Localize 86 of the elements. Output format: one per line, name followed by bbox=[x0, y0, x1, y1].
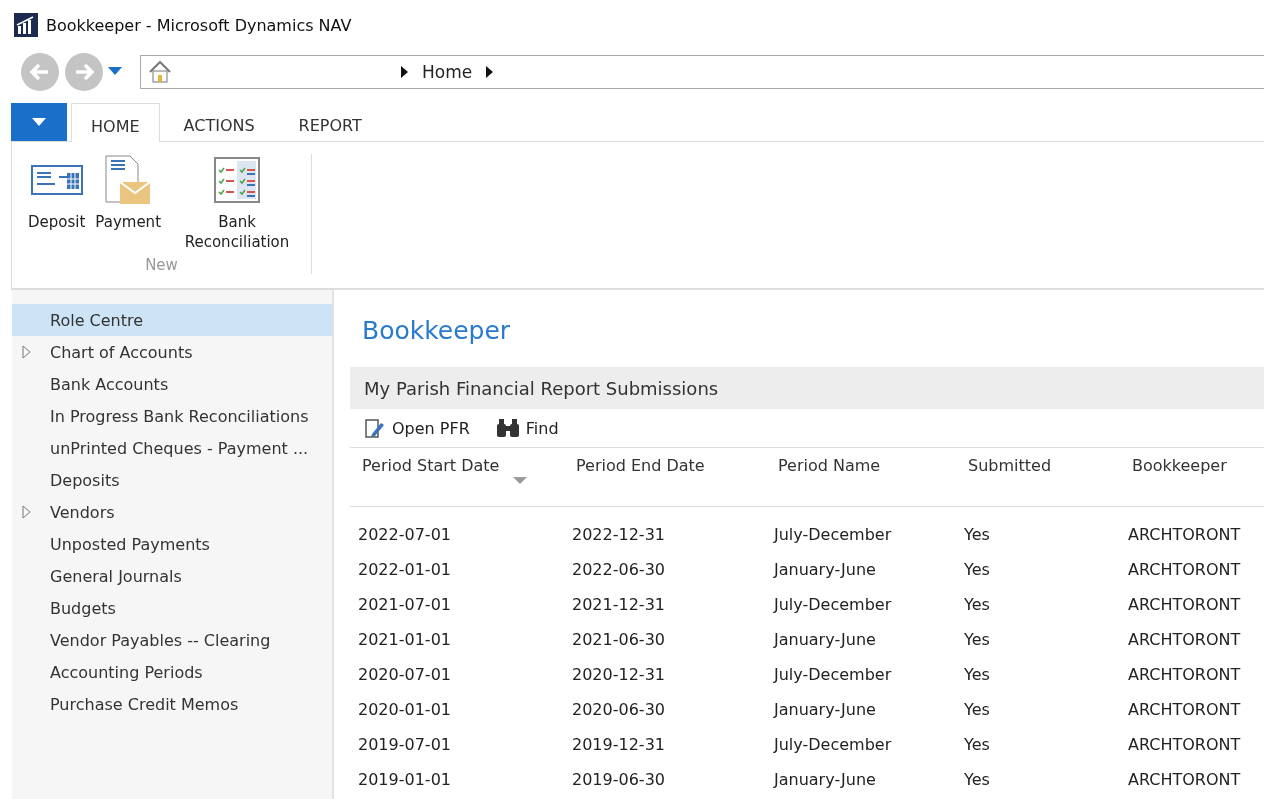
table-cell-text: ARCHTORONT bbox=[1127, 559, 1242, 581]
table-cell: 2022-07-01 bbox=[350, 506, 564, 552]
table-cell-text: 2020-01-01 bbox=[357, 699, 452, 721]
ribbon-tab[interactable]: ACTIONS bbox=[163, 103, 275, 141]
table-cell-text: July-December bbox=[772, 664, 893, 686]
navigation-item[interactable]: Vendor Payables -- Clearing bbox=[12, 624, 332, 656]
window-title: Bookkeeper - Microsoft Dynamics NAV bbox=[46, 15, 352, 35]
table-cell: July-December bbox=[766, 506, 956, 552]
table-cell-text: 2019-06-30 bbox=[571, 769, 666, 791]
table-cell-text: 2020-07-01 bbox=[357, 664, 452, 686]
ribbon-action-button[interactable]: Deposit bbox=[26, 154, 88, 232]
navigation-item[interactable]: Deposits bbox=[12, 464, 332, 496]
navigation-item[interactable]: Budgets bbox=[12, 592, 332, 624]
app-logo-icon bbox=[14, 13, 38, 37]
table-cell-text: January-June bbox=[772, 559, 877, 581]
table-cell-text: 2021-07-01 bbox=[357, 594, 452, 616]
table-cell: ARCHTORONT bbox=[1120, 506, 1264, 552]
expand-arrow-icon[interactable] bbox=[22, 505, 31, 519]
table-cell-text: 2022-01-01 bbox=[357, 559, 452, 581]
table-cell: Yes bbox=[956, 506, 1120, 552]
table-cell-text: Yes bbox=[963, 664, 991, 686]
table-cell-text: 2021-06-30 bbox=[571, 629, 666, 651]
breadcrumb-arrow-icon bbox=[401, 66, 408, 78]
table-cell-text: January-June bbox=[772, 699, 877, 721]
table-cell-text: 2022-06-30 bbox=[571, 559, 666, 581]
navigation-item[interactable]: Chart of Accounts bbox=[12, 336, 332, 368]
checklist-icon bbox=[214, 154, 260, 206]
table-cell-text: Yes bbox=[963, 734, 991, 756]
table-cell-text: 2021-12-31 bbox=[571, 594, 666, 616]
ribbon-action-button[interactable]: Bank Reconciliation bbox=[177, 154, 297, 252]
ribbon-tab[interactable]: HOME bbox=[71, 103, 160, 142]
part-title: My Parish Financial Report Submissions bbox=[364, 377, 719, 399]
table-cell-text: 2021-01-01 bbox=[357, 629, 452, 651]
navigation-item[interactable]: Unposted Payments bbox=[12, 528, 332, 560]
table-cell-text: ARCHTORONT bbox=[1127, 769, 1242, 791]
document-envelope-icon bbox=[105, 154, 152, 206]
table-cell-text: 2019-07-01 bbox=[357, 734, 452, 756]
navigation-item[interactable]: Role Centre bbox=[12, 304, 332, 336]
binoculars-icon bbox=[495, 418, 520, 438]
table-cell-text: January-June bbox=[772, 629, 877, 651]
breadcrumb-link[interactable]: Home bbox=[422, 62, 473, 82]
caret-icon bbox=[32, 117, 46, 127]
ribbon-group-label: New bbox=[145, 256, 178, 274]
table-cell-text: July-December bbox=[772, 734, 893, 756]
table-cell-text: ARCHTORONT bbox=[1127, 594, 1242, 616]
column-header[interactable]: Period Name bbox=[766, 448, 956, 507]
navigation-item[interactable]: unPrinted Cheques - Payment ... bbox=[12, 432, 332, 464]
table-cell-text: ARCHTORONT bbox=[1127, 629, 1242, 651]
table-cell-text: Yes bbox=[963, 769, 991, 791]
table-cell-text: 2020-12-31 bbox=[571, 664, 666, 686]
sort-descending-icon bbox=[513, 477, 528, 485]
home-icon[interactable] bbox=[147, 59, 173, 85]
edit-document-icon bbox=[364, 417, 386, 439]
navigation-item[interactable]: In Progress Bank Reconciliations bbox=[12, 400, 332, 432]
address-bar[interactable]: Home bbox=[140, 55, 1264, 89]
table-cell-text: ARCHTORONT bbox=[1127, 734, 1242, 756]
column-header[interactable]: Bookkeeper bbox=[1120, 448, 1264, 507]
table-cell-text: Yes bbox=[963, 699, 991, 721]
expand-arrow-icon[interactable] bbox=[22, 345, 31, 359]
table-cell-text: July-December bbox=[772, 594, 893, 616]
toolbar-button[interactable]: Find bbox=[495, 417, 559, 439]
table-cell-text: Yes bbox=[963, 629, 991, 651]
table-cell-text: ARCHTORONT bbox=[1127, 664, 1242, 686]
ribbon-action-button[interactable]: Payment bbox=[93, 154, 163, 232]
table-cell-text: 2019-12-31 bbox=[571, 734, 666, 756]
ribbon-tab[interactable]: REPORT bbox=[278, 103, 382, 141]
table-cell-text: 2020-06-30 bbox=[571, 699, 666, 721]
table-cell-text: ARCHTORONT bbox=[1127, 699, 1242, 721]
navigation-item[interactable]: Accounting Periods bbox=[12, 656, 332, 688]
column-header[interactable]: Submitted bbox=[956, 448, 1120, 507]
column-header[interactable]: Period End Date bbox=[564, 448, 766, 507]
navigation-item[interactable]: General Journals bbox=[12, 560, 332, 592]
breadcrumb-arrow-icon bbox=[486, 66, 494, 78]
page-title: Bookkeeper bbox=[362, 316, 512, 345]
table-cell-text: Yes bbox=[963, 559, 991, 581]
column-header[interactable]: Period Start Date bbox=[350, 448, 564, 507]
table-cell-text: Yes bbox=[963, 594, 991, 616]
toolbar-button[interactable]: Open PFR bbox=[364, 417, 470, 439]
navigation-item[interactable]: Vendors bbox=[12, 496, 332, 528]
table-cell-text: January-June bbox=[772, 769, 877, 791]
table-cell-text: 2019-01-01 bbox=[357, 769, 452, 791]
navigation-item[interactable]: Purchase Credit Memos bbox=[12, 688, 332, 720]
table-cell: 2022-12-31 bbox=[564, 506, 766, 552]
navigation-item[interactable]: Bank Accounts bbox=[12, 368, 332, 400]
dropdown-caret-icon[interactable] bbox=[108, 67, 122, 77]
application-menu-button[interactable] bbox=[11, 103, 67, 141]
